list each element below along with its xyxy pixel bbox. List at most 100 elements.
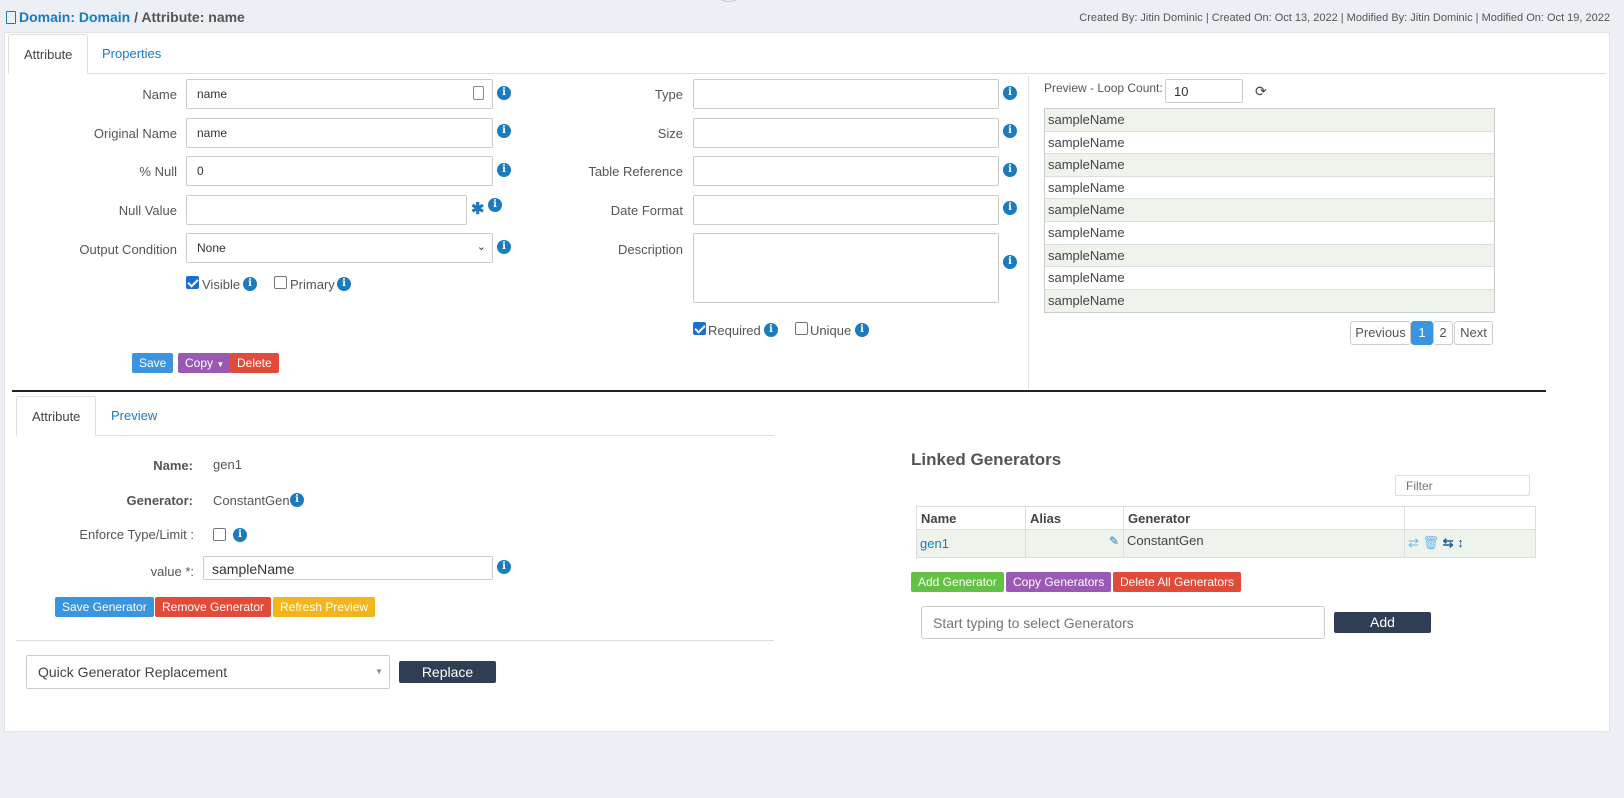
loop-count-input[interactable]: 10 bbox=[1165, 79, 1243, 103]
generator-tab-attribute[interactable]: Attribute bbox=[16, 396, 97, 436]
swap-icon[interactable]: ⇆ bbox=[1443, 535, 1454, 550]
required-checkbox[interactable] bbox=[693, 322, 706, 335]
primary-checkbox[interactable] bbox=[274, 276, 287, 289]
unique-info-icon[interactable]: i bbox=[855, 323, 869, 337]
pagination-page-2[interactable]: 2 bbox=[1433, 321, 1453, 345]
size-info-icon[interactable]: i bbox=[1003, 124, 1017, 138]
remove-generator-button[interactable]: Remove Generator bbox=[155, 597, 272, 617]
value-input[interactable]: sampleName bbox=[203, 556, 493, 580]
preview-row: sampleName bbox=[1045, 267, 1494, 290]
preview-table: sampleName sampleName sampleName sampleN… bbox=[1044, 108, 1495, 314]
copy-label: Copy bbox=[185, 356, 214, 370]
primary-info-icon[interactable]: i bbox=[337, 277, 351, 291]
table-reference-input[interactable] bbox=[693, 156, 999, 186]
edit-pencil-icon[interactable]: ✎ bbox=[1109, 534, 1119, 548]
primary-label: Primary bbox=[290, 277, 335, 292]
visible-checkbox[interactable] bbox=[186, 276, 199, 289]
name-info-icon[interactable]: i bbox=[497, 86, 511, 100]
quick-replace-select[interactable]: Quick Generator Replacement ▼ bbox=[26, 655, 390, 689]
pagination-previous[interactable]: Previous bbox=[1350, 321, 1411, 345]
refresh-preview-button[interactable]: Refresh Preview bbox=[273, 597, 376, 617]
type-info-icon[interactable]: i bbox=[1003, 86, 1017, 100]
size-input[interactable] bbox=[693, 118, 999, 148]
tab-attribute[interactable]: Attribute bbox=[8, 34, 89, 74]
replace-button[interactable]: Replace bbox=[399, 661, 496, 683]
section-divider bbox=[12, 390, 1546, 392]
generator-info-icon[interactable]: i bbox=[290, 493, 304, 507]
tab-properties[interactable]: Properties bbox=[87, 34, 176, 74]
caret-down-icon: ▼ bbox=[216, 360, 225, 369]
column-header-generator[interactable]: Generator bbox=[1123, 506, 1405, 530]
enforce-type-checkbox[interactable] bbox=[213, 528, 226, 541]
size-label: Size bbox=[657, 126, 683, 141]
generator-type-label: Generator: bbox=[126, 493, 193, 508]
refresh-icon[interactable]: ⟳ bbox=[1255, 83, 1267, 100]
output-condition-info-icon[interactable]: i bbox=[497, 240, 511, 254]
preview-row: sampleName bbox=[1045, 199, 1494, 222]
caret-down-icon: ▼ bbox=[375, 667, 383, 676]
save-button[interactable]: Save bbox=[132, 353, 174, 373]
required-info-icon[interactable]: i bbox=[764, 323, 778, 337]
pagination-next[interactable]: Next bbox=[1454, 321, 1493, 345]
breadcrumb: Domain: Domain / Attribute: name bbox=[6, 9, 245, 25]
column-header-alias[interactable]: Alias bbox=[1025, 506, 1124, 530]
date-format-info-icon[interactable]: i bbox=[1003, 201, 1017, 215]
original-name-label: Original Name bbox=[93, 126, 177, 141]
trash-icon[interactable]: 🗑 bbox=[1423, 535, 1440, 550]
tab-divider bbox=[8, 73, 1606, 74]
replace-icon[interactable]: ⇄ bbox=[1408, 535, 1419, 550]
null-pct-input[interactable]: 0 bbox=[186, 156, 493, 186]
copy-generators-button[interactable]: Copy Generators bbox=[1006, 572, 1112, 592]
null-value-info-icon[interactable]: i bbox=[488, 198, 502, 212]
null-value-input[interactable] bbox=[186, 195, 467, 225]
preview-row: sampleName bbox=[1045, 177, 1494, 200]
linked-generators-table: Name Alias Generator gen1 ✎ ConstantGen … bbox=[916, 506, 1536, 558]
asterisk-icon[interactable]: ✱ bbox=[471, 199, 484, 219]
type-label: Type bbox=[654, 87, 683, 102]
generator-name-label: Name: bbox=[153, 458, 193, 473]
description-textarea[interactable] bbox=[693, 233, 999, 303]
null-pct-info-icon[interactable]: i bbox=[497, 163, 511, 177]
generator-select-input[interactable] bbox=[921, 606, 1325, 639]
loop-count-value: 10 bbox=[1174, 84, 1189, 99]
null-pct-label: % Null bbox=[139, 164, 177, 179]
name-input[interactable]: name bbox=[186, 79, 493, 109]
name-label: Name bbox=[142, 87, 177, 102]
description-info-icon[interactable]: i bbox=[1003, 255, 1017, 269]
filter-input[interactable] bbox=[1395, 475, 1530, 496]
required-label: Required bbox=[708, 323, 761, 338]
column-header-name[interactable]: Name bbox=[916, 506, 1026, 530]
copy-dropdown-button[interactable]: Copy ▼ bbox=[178, 353, 232, 373]
preview-row: sampleName bbox=[1045, 289, 1494, 313]
preview-row: sampleName bbox=[1045, 244, 1494, 268]
breadcrumb-domain-link[interactable]: Domain: Domain bbox=[19, 9, 130, 25]
date-format-input[interactable] bbox=[693, 195, 999, 225]
generator-tab-preview[interactable]: Preview bbox=[96, 396, 172, 436]
generator-name-link[interactable]: gen1 bbox=[920, 536, 949, 551]
type-input[interactable] bbox=[693, 79, 999, 109]
add-linked-button[interactable]: Add bbox=[1334, 612, 1431, 633]
reorder-icon[interactable]: ↕ bbox=[1457, 535, 1464, 550]
contact-card-icon[interactable] bbox=[473, 86, 484, 100]
value-info-icon[interactable]: i bbox=[497, 560, 511, 574]
generator-type-value: ConstantGen bbox=[213, 493, 290, 508]
unique-checkbox[interactable] bbox=[795, 322, 808, 335]
table-reference-info-icon[interactable]: i bbox=[1003, 163, 1017, 177]
preview-row: sampleName bbox=[1045, 109, 1494, 132]
save-generator-button[interactable]: Save Generator bbox=[55, 597, 154, 617]
generator-footer-divider bbox=[16, 640, 774, 641]
add-generator-button[interactable]: Add Generator bbox=[911, 572, 1004, 592]
table-reference-label: Table Reference bbox=[588, 164, 683, 179]
original-name-input[interactable]: name bbox=[186, 118, 493, 148]
top-handle bbox=[714, 0, 744, 2]
pagination-page-1[interactable]: 1 bbox=[1411, 321, 1433, 345]
table-row: gen1 ✎ ConstantGen ⇄ 🗑 ⇆ ↕ bbox=[916, 529, 1536, 558]
output-condition-select[interactable]: None ⌄ bbox=[186, 233, 493, 263]
delete-all-generators-button[interactable]: Delete All Generators bbox=[1113, 572, 1242, 592]
original-name-info-icon[interactable]: i bbox=[497, 124, 511, 138]
enforce-type-info-icon[interactable]: i bbox=[233, 528, 247, 542]
visible-info-icon[interactable]: i bbox=[243, 277, 257, 291]
column-divider bbox=[1028, 76, 1029, 389]
chevron-down-icon: ⌄ bbox=[476, 241, 486, 253]
delete-button[interactable]: Delete bbox=[230, 353, 279, 373]
